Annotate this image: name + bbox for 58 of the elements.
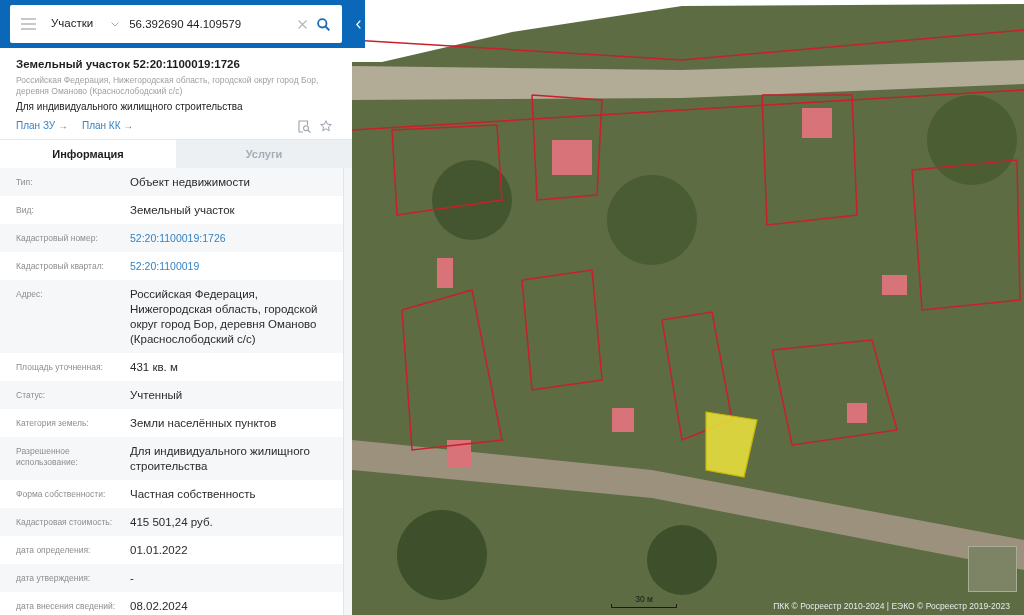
property-link[interactable]: 52:20:1100019:1726	[130, 231, 226, 246]
property-value: 01.01.2022	[130, 543, 189, 558]
property-label: дата утверждения:	[16, 572, 92, 585]
scrollbar-track[interactable]	[343, 168, 352, 615]
building	[612, 408, 634, 432]
plan-link[interactable]: План КК →	[81, 119, 134, 133]
menu-icon[interactable]	[21, 18, 36, 30]
property-value: Для индивидуального жилищного строительства	[130, 444, 311, 474]
document-search-icon[interactable]	[298, 119, 311, 133]
selected-parcel-highlight[interactable]	[705, 411, 758, 478]
property-value: Земельный участок	[130, 203, 236, 218]
property-label: Категория земель:	[16, 417, 90, 430]
property-label: Форма собственности:	[16, 488, 107, 501]
scale-label: 30 м	[635, 594, 653, 604]
property-label: Вид:	[16, 204, 35, 217]
property-label: Кадастровая стоимость:	[16, 516, 114, 529]
building	[882, 275, 907, 295]
property-value: Земли населённых пунктов	[130, 416, 278, 431]
property-label: Кадастровый квартал:	[16, 260, 105, 273]
property-value: Объект недвижимости	[130, 175, 251, 190]
property-label: Тип:	[16, 176, 34, 189]
property-value: 08.02.2024	[130, 599, 189, 614]
property-label: Разрешенное использование:	[16, 445, 79, 469]
building	[847, 403, 867, 423]
search-icon[interactable]	[317, 17, 330, 31]
plan-link[interactable]: План ЗУ →	[16, 119, 68, 133]
chevron-left-icon	[356, 19, 361, 29]
object-address: Российская Федерация, Нижегородская область, городской округ город Бор, деревня Оманово (Краснослободский с/с)	[16, 75, 320, 97]
property-link[interactable]: 52:20:1100019	[130, 259, 200, 274]
tree-canopy	[647, 525, 717, 595]
building	[437, 258, 453, 288]
object-purpose: Для индивидуального жилищного строительства	[16, 100, 244, 114]
property-value: Частная собственность	[130, 487, 257, 502]
collapse-panel-button[interactable]	[352, 0, 365, 48]
property-value: 431 кв. м	[130, 360, 179, 375]
category-dropdown[interactable]: Участки	[51, 12, 120, 36]
building	[802, 108, 832, 138]
property-value: Учтенный	[130, 388, 184, 403]
property-label: Кадастровый номер:	[16, 232, 99, 245]
star-icon[interactable]	[320, 120, 332, 132]
coordinates-search-input[interactable]: 56.392690 44.109579	[129, 12, 290, 36]
property-value: 415 501,24 руб.	[130, 515, 214, 530]
property-label: дата определения:	[16, 544, 92, 557]
basemap-thumbnail[interactable]	[968, 546, 1017, 592]
scale-bar	[611, 604, 677, 608]
map-attribution: ПКК © Росреестр 2010-2024 | ЕЭКО © Росреестр 2019-2023	[773, 601, 1010, 612]
caret-down-icon	[111, 21, 120, 27]
property-label: Статус:	[16, 389, 47, 402]
building	[447, 440, 471, 468]
property-label: дата внесения сведений:	[16, 600, 117, 613]
property-value: -	[130, 571, 135, 586]
building	[552, 140, 592, 175]
property-value: Российская Федерация, Нижегородская область, городской округ город Бор, деревня Оманово (Краснослободский с/с)	[130, 287, 319, 347]
object-title: Земельный участок 52:20:1100019:1726	[16, 57, 241, 72]
clear-icon[interactable]	[298, 19, 307, 29]
property-label: Адрес:	[16, 288, 44, 301]
property-label: Площадь уточненная:	[16, 361, 104, 374]
search-field[interactable]: Участки 56.392690 44.109579	[10, 5, 342, 43]
